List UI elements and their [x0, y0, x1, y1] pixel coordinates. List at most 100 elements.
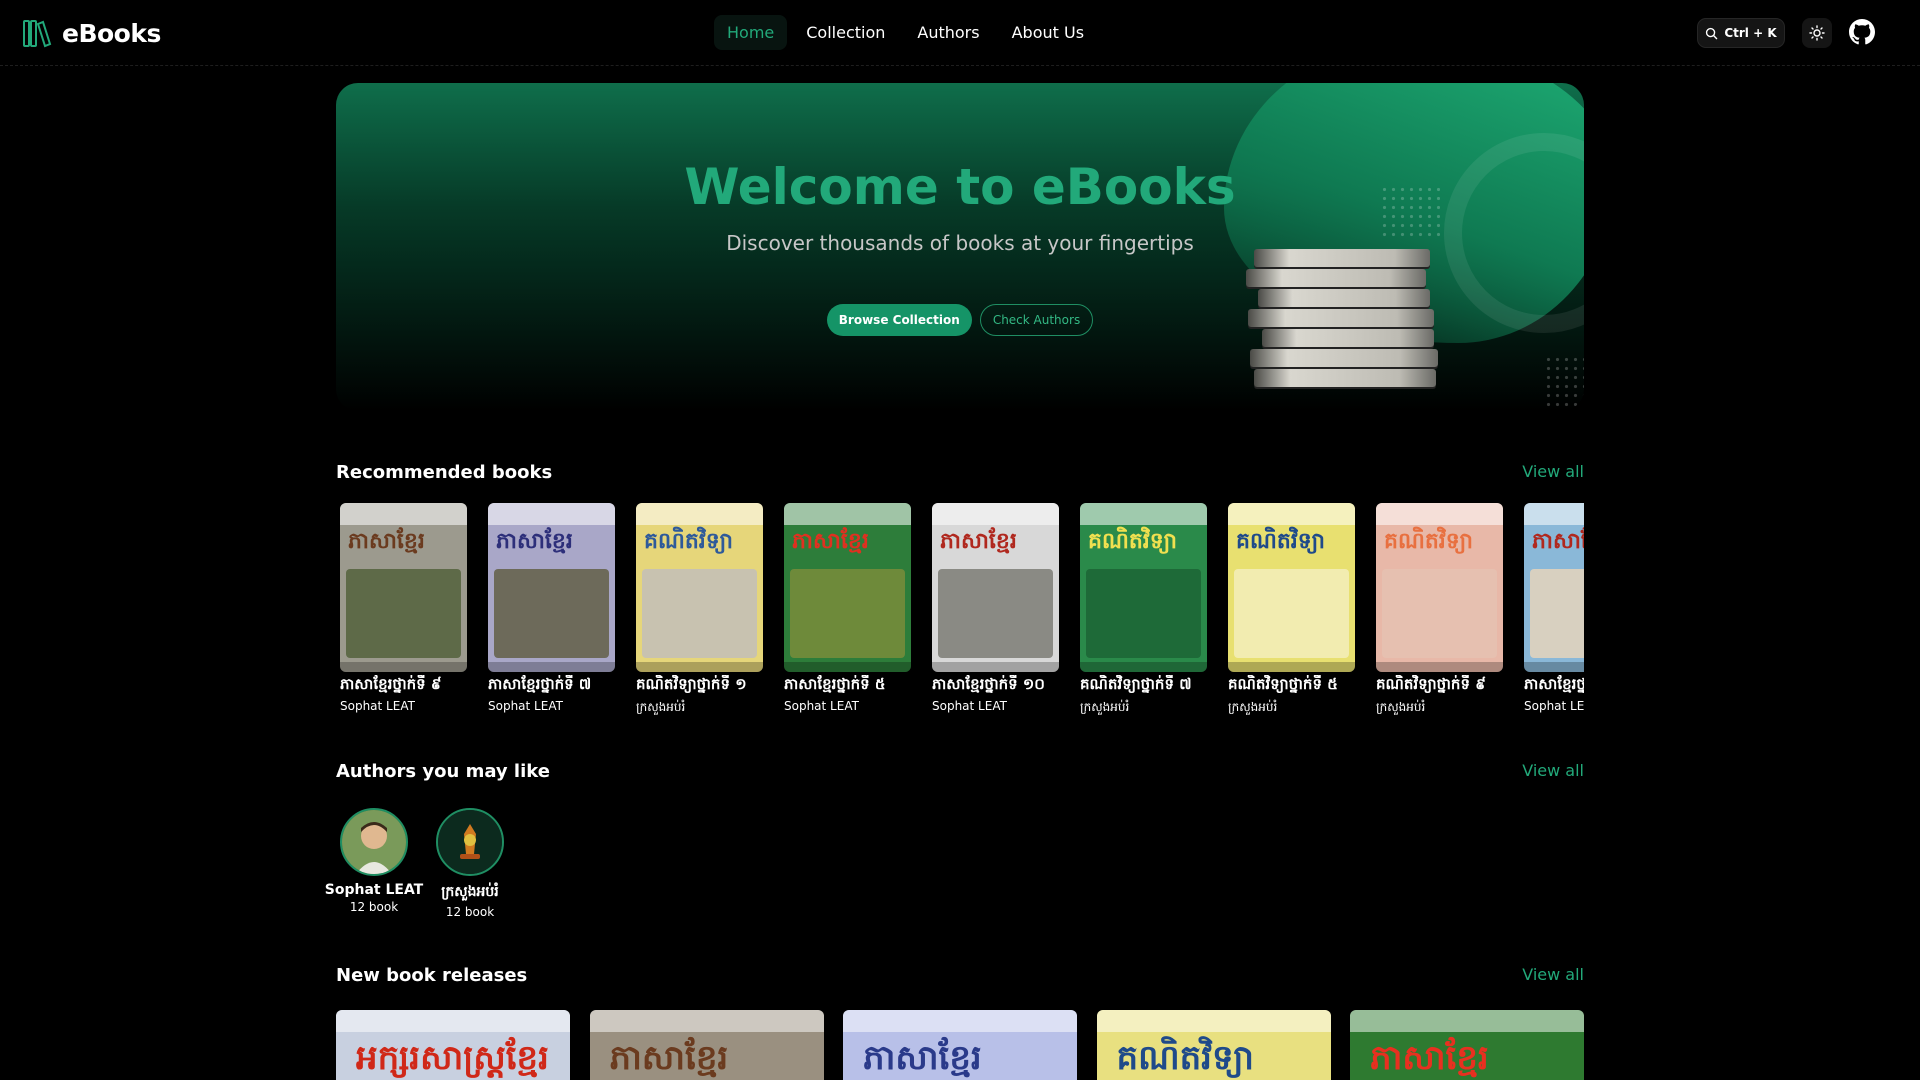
- authors-section-title: Authors you may like: [336, 761, 550, 782]
- logo-text: eBooks: [62, 18, 161, 48]
- nav-authors[interactable]: Authors: [904, 15, 992, 50]
- author-portrait-icon: [342, 810, 406, 874]
- browse-collection-button[interactable]: Browse Collection: [826, 304, 972, 336]
- cover-illustration: [642, 569, 757, 658]
- cover-footer: [636, 662, 763, 672]
- cover-title: ភាសាខ្មែរ: [348, 529, 425, 554]
- ministry-emblem-icon: [438, 810, 502, 874]
- cover-title: ភាសាខ្មែរ: [1370, 1038, 1489, 1078]
- nav-home[interactable]: Home: [714, 15, 788, 50]
- cover-illustration: [1382, 569, 1497, 658]
- cover-title: គណិតវិទ្យា: [1384, 529, 1473, 554]
- new-release-card[interactable]: ភាសាខ្មែរ: [1350, 1010, 1584, 1080]
- cover-illustration: [494, 569, 609, 658]
- cover-title: ភាសាខ្មែរ: [863, 1038, 982, 1078]
- cover-title: ភាសាខ្មែរ: [1532, 529, 1584, 554]
- cover-footer: [340, 662, 467, 672]
- author-card[interactable]: Sophat LEAT 12 book: [325, 808, 423, 919]
- book-author: ក្រសួងអប់រំ: [636, 700, 686, 714]
- cover-footer: [488, 662, 615, 672]
- author-name: ក្រសួងអប់រំ: [441, 884, 499, 900]
- author-book-count: 12 book: [445, 905, 495, 919]
- check-authors-button[interactable]: Check Authors: [979, 304, 1094, 336]
- book-cover: គណិតវិទ្យា: [636, 503, 763, 672]
- new-releases-view-all-link[interactable]: View all: [1522, 965, 1584, 984]
- book-title: ភាសាខ្មែរថ្នាក់ទី ១០: [932, 675, 1045, 693]
- cover-footer: [1228, 662, 1355, 672]
- cover-header-band: [488, 503, 615, 525]
- nav-about-us[interactable]: About Us: [999, 15, 1097, 50]
- cover-header-band: [784, 503, 911, 525]
- cover-illustration: [938, 569, 1053, 658]
- cover-footer: [932, 662, 1059, 672]
- new-release-card[interactable]: អក្សរសាស្ត្រខ្មែរ: [336, 1010, 570, 1080]
- github-icon: [1849, 19, 1875, 45]
- book-author: Sophat LEAT: [488, 699, 563, 713]
- book-author: Sophat LEAT: [932, 699, 1007, 713]
- book-title: ភាសាខ្មែរថ្នាក់ទី ៩: [340, 675, 442, 693]
- hero-decor-dots-bottom: [1544, 355, 1584, 409]
- book-card[interactable]: ភាសាខ្មែរ ភាសាខ្មែរថ្នាក់ទី ៧ Sophat LEAT: [488, 503, 615, 713]
- sun-icon: [1809, 25, 1825, 41]
- search-icon: [1706, 27, 1718, 39]
- logo-link[interactable]: eBooks: [22, 18, 161, 48]
- cover-title: ភាសាខ្មែរ: [609, 1038, 729, 1078]
- recommended-view-all-link[interactable]: View all: [1522, 462, 1584, 481]
- book-cover: ភាសាខ្មែរ: [488, 503, 615, 672]
- cover-illustration: [790, 569, 905, 658]
- new-releases-row: អក្សរសាស្ត្រខ្មែរ ភាសាខ្មែរ ភាសាខ្មែរ គណិតវ…: [336, 1010, 1584, 1080]
- cover-header-band: [636, 503, 763, 525]
- book-author: Sophat LEAT: [784, 699, 859, 713]
- cover-title: អក្សរសាស្ត្រខ្មែរ: [356, 1038, 549, 1078]
- book-author: ក្រសួងអប់រំ: [1080, 700, 1130, 714]
- book-cover: គណិតវិទ្យា: [1228, 503, 1355, 672]
- book-title: ភាសាខ្មែរថ្នាក់ទី ១: [1524, 675, 1584, 693]
- cover-header-band: [1228, 503, 1355, 525]
- avatar: [340, 808, 408, 876]
- cover-header-band: [932, 503, 1059, 525]
- cover-header-band: [336, 1010, 570, 1032]
- cover-header-band: [1376, 503, 1503, 525]
- book-author: ក្រសួងអប់រំ: [1228, 700, 1278, 714]
- book-card[interactable]: គណិតវិទ្យា គណិតវិទ្យាថ្នាក់ទី ៥ក្រសួងអប់រ…: [1228, 503, 1355, 715]
- author-name: Sophat LEAT: [324, 882, 424, 898]
- cover-illustration: [1086, 569, 1201, 658]
- cover-title: គណិតវិទ្យា: [1116, 1038, 1254, 1078]
- book-cover: ភាសាខ្មែរ: [932, 503, 1059, 672]
- author-card[interactable]: ក្រសួងអប់រំ 12 book: [432, 808, 508, 919]
- book-card[interactable]: គណិតវិទ្យា គណិតវិទ្យាថ្នាក់ទី ៧ក្រសួងអប់រ…: [1080, 503, 1207, 715]
- cover-footer: [1376, 662, 1503, 672]
- new-releases-title: New book releases: [336, 965, 528, 986]
- book-card[interactable]: ភាសាខ្មែរភាសាខ្មែរថ្នាក់ទី ១០ Sophat LEAT: [932, 503, 1059, 713]
- cover-header-band: [1350, 1010, 1584, 1032]
- new-release-card[interactable]: គណិតវិទ្យា: [1096, 1010, 1331, 1080]
- recommended-books-carousel: ភាសាខ្មែរ ភាសាខ្មែរថ្នាក់ទី ៩ Sophat LEAT ភ…: [336, 503, 1584, 715]
- top-navbar: eBooks Home Collection Authors About Us …: [0, 0, 1920, 66]
- book-author: Sophat LEAT: [1524, 699, 1584, 713]
- theme-toggle-button[interactable]: [1802, 18, 1832, 48]
- hero-subtitle: Discover thousands of books at your fing…: [726, 231, 1194, 255]
- cover-illustration: [1234, 569, 1349, 658]
- book-title: គណិតវិទ្យាថ្នាក់ទី ៩: [1376, 675, 1486, 693]
- search-shortcut-label: Ctrl + K: [1724, 26, 1777, 40]
- authors-view-all-link[interactable]: View all: [1522, 761, 1584, 780]
- new-release-card[interactable]: ភាសាខ្មែរ: [843, 1010, 1077, 1080]
- cover-header-band: [589, 1010, 824, 1032]
- books-logo-icon: [23, 20, 52, 48]
- cover-title: ភាសាខ្មែរ: [496, 529, 573, 554]
- avatar: [436, 808, 504, 876]
- book-card[interactable]: គណិតវិទ្យា គណិតវិទ្យាថ្នាក់ទី ១ក្រសួងអប់រ…: [636, 503, 763, 715]
- book-card[interactable]: ភាសាខ្មែរ ភាសាខ្មែរថ្នាក់ទី ៥ Sophat LEAT: [784, 503, 911, 713]
- cover-title: ភាសាខ្មែរ: [940, 529, 1017, 554]
- authors-list: Sophat LEAT 12 book ក្រសួងអប់រំ 12 book: [325, 808, 508, 919]
- new-release-card[interactable]: ភាសាខ្មែរ: [589, 1010, 824, 1080]
- nav-collection[interactable]: Collection: [793, 15, 898, 50]
- book-card[interactable]: ភាសាខ្មែរ ភាសាខ្មែរថ្នាក់ទី ៩ Sophat LEAT: [340, 503, 467, 713]
- book-card[interactable]: គណិតវិទ្យា គណិតវិទ្យាថ្នាក់ទី ៩ក្រសួងអប់រ…: [1376, 503, 1503, 715]
- search-button[interactable]: Ctrl + K: [1697, 18, 1785, 48]
- cover-title: គណិតវិទ្យា: [1236, 529, 1325, 554]
- main-nav: Home Collection Authors About Us: [714, 15, 1097, 50]
- page: eBooks Home Collection Authors About Us …: [0, 0, 1920, 1080]
- book-card[interactable]: ភាសាខ្មែរភាសាខ្មែរថ្នាក់ទី ១ Sophat LEAT: [1524, 503, 1584, 713]
- github-link[interactable]: [1846, 16, 1878, 48]
